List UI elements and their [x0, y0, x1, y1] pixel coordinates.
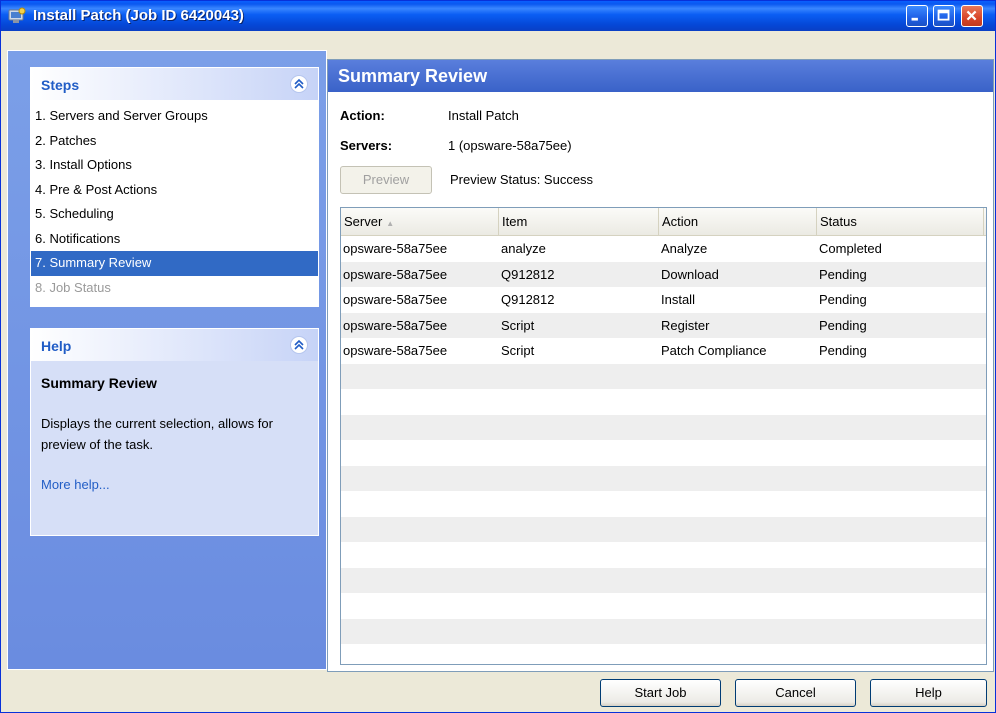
table-row[interactable]: opsware-58a75ee Q912812 Install Pending	[341, 287, 986, 313]
step-job-status: 8. Job Status	[35, 279, 111, 295]
steps-panel: Steps 1. Servers and Server Groups 2. Pa…	[30, 67, 319, 307]
cell-server: opsware-58a75ee	[343, 317, 448, 333]
table-row-empty	[341, 593, 986, 619]
chevron-up-icon	[294, 339, 304, 350]
cancel-button[interactable]: Cancel	[735, 679, 856, 707]
help-panel: Help Summary Review Displays the current…	[30, 328, 319, 536]
table-row-empty	[341, 389, 986, 415]
close-button[interactable]	[961, 5, 983, 27]
step-summary-review[interactable]: 7. Summary Review	[31, 251, 318, 276]
table-row-empty	[341, 465, 986, 491]
start-job-button[interactable]: Start Job	[600, 679, 721, 707]
cell-action: Register	[661, 317, 710, 333]
cell-status: Completed	[819, 241, 882, 256]
task-pane: Steps 1. Servers and Server Groups 2. Pa…	[7, 50, 327, 670]
step-scheduling[interactable]: 5. Scheduling	[31, 202, 318, 227]
column-header-action[interactable]: Action	[659, 208, 817, 235]
page-title: Summary Review	[338, 66, 488, 86]
table-row-empty	[341, 542, 986, 568]
cell-item: Script	[501, 343, 535, 358]
table-row-empty	[341, 644, 986, 664]
table-row[interactable]: opsware-58a75ee Script Register Pending	[341, 312, 986, 338]
cell-status: Pending	[819, 343, 867, 358]
install-patch-window: Install Patch (Job ID 6420043) Steps 1. …	[0, 0, 996, 713]
table-header: Server ▲ Item Action Status	[341, 208, 986, 236]
title-bar[interactable]: Install Patch (Job ID 6420043)	[1, 1, 995, 31]
step-servers[interactable]: 1. Servers and Server Groups	[31, 104, 318, 129]
maximize-icon	[937, 9, 950, 21]
window-title: Install Patch (Job ID 6420043)	[33, 7, 244, 24]
step-notifications[interactable]: 6. Notifications	[31, 227, 318, 252]
more-help-link[interactable]: More help...	[41, 477, 308, 492]
steps-panel-header[interactable]: Steps	[31, 68, 318, 100]
table-row[interactable]: opsware-58a75ee analyze Analyze Completed	[341, 236, 986, 262]
cell-status: Pending	[819, 317, 867, 333]
maximize-button[interactable]	[933, 5, 955, 27]
help-button[interactable]: Help	[870, 679, 987, 707]
cell-status: Pending	[819, 266, 867, 282]
table-row-empty	[341, 440, 986, 466]
table-row-empty	[341, 516, 986, 542]
cell-item: Q912812	[501, 266, 555, 282]
table-row-empty	[341, 414, 986, 440]
step-pre-post-actions[interactable]: 4. Pre & Post Actions	[31, 178, 318, 203]
steps-header-label: Steps	[41, 77, 80, 93]
column-header-status[interactable]: Status	[817, 208, 984, 235]
help-header-label: Help	[41, 338, 72, 354]
cell-server: opsware-58a75ee	[343, 266, 448, 282]
sort-ascending-icon: ▲	[386, 219, 395, 228]
help-panel-header[interactable]: Help	[31, 329, 318, 361]
cell-server: opsware-58a75ee	[343, 241, 448, 256]
column-label: Server	[344, 214, 383, 229]
preview-button[interactable]: Preview	[340, 166, 432, 194]
minimize-icon	[911, 17, 918, 21]
cell-action: Download	[661, 266, 719, 282]
table-row[interactable]: opsware-58a75ee Script Patch Compliance Pen…	[341, 338, 986, 364]
servers-label: Servers:	[340, 138, 393, 153]
close-icon	[966, 10, 977, 21]
step-install-options[interactable]: 3. Install Options	[31, 153, 318, 178]
collapse-help-button[interactable]	[290, 336, 308, 354]
summary-review-panel: Summary Review Action: Install Patch Ser…	[327, 59, 994, 672]
table-row-empty	[341, 363, 986, 389]
patch-app-icon	[8, 7, 26, 23]
summary-table: Server ▲ Item Action Status opsware-58a75…	[340, 207, 987, 665]
cell-item: analyze	[501, 241, 546, 256]
cell-server: opsware-58a75ee	[343, 292, 448, 307]
column-header-item[interactable]: Item	[499, 208, 659, 235]
column-header-server[interactable]: Server ▲	[341, 208, 499, 235]
table-row[interactable]: opsware-58a75ee Q912812 Download Pending	[341, 261, 986, 287]
table-row-empty	[341, 567, 986, 593]
servers-value: 1 (opsware-58a75ee)	[448, 138, 572, 153]
chevron-up-icon	[294, 78, 304, 89]
cell-item: Script	[501, 317, 535, 333]
cell-action: Analyze	[661, 241, 708, 256]
help-title: Summary Review	[41, 375, 157, 391]
minimize-button[interactable]	[906, 5, 928, 27]
cell-server: opsware-58a75ee	[343, 343, 448, 358]
help-description: Displays the current selection, allows f…	[41, 416, 273, 452]
help-content: Summary Review Displays the current sele…	[31, 361, 318, 535]
action-value: Install Patch	[448, 108, 519, 123]
collapse-steps-button[interactable]	[290, 75, 308, 93]
action-label: Action:	[340, 108, 385, 123]
cell-action: Patch Compliance	[661, 343, 767, 358]
cell-item: Q912812	[501, 292, 555, 307]
steps-list: 1. Servers and Server Groups 2. Patches …	[31, 100, 318, 306]
main-header: Summary Review	[328, 60, 993, 92]
preview-status: Preview Status: Success	[450, 172, 594, 187]
table-row-empty	[341, 491, 986, 517]
cell-status: Pending	[819, 292, 867, 307]
table-row-empty	[341, 618, 986, 644]
cell-action: Install	[661, 292, 695, 307]
step-patches[interactable]: 2. Patches	[31, 129, 318, 154]
